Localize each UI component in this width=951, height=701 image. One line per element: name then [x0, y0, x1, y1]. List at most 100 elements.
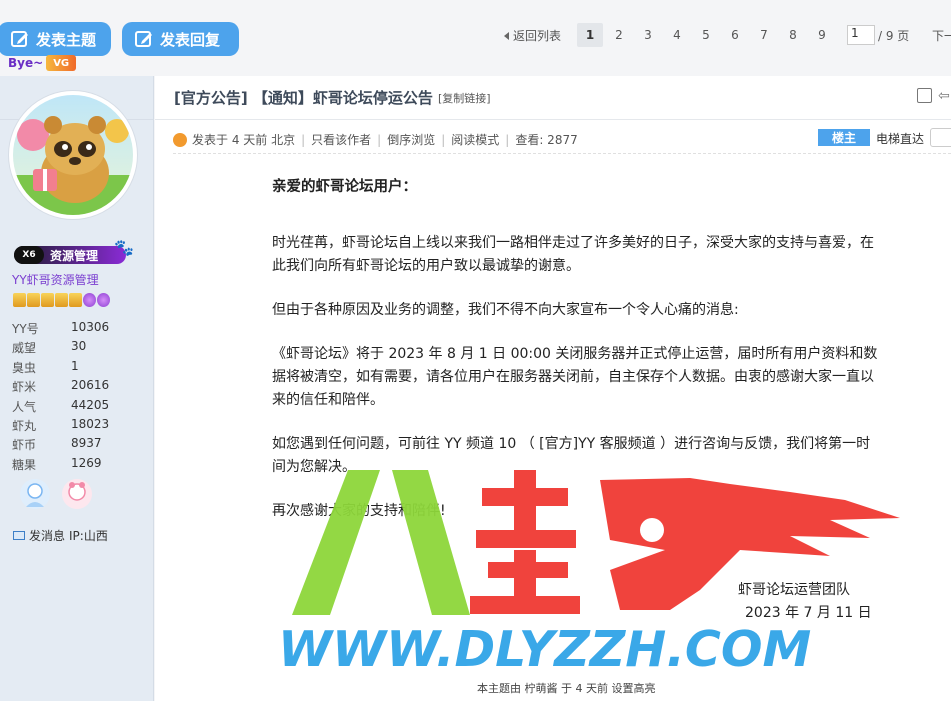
- post-paragraph: 如您遇到任何问题，可前往 YY 频道 10 （ [官方]YY 客服频道 ）进行咨…: [272, 436, 871, 475]
- stat-value[interactable]: 44205: [71, 398, 109, 417]
- page-total: / 9 页: [878, 29, 910, 43]
- vg-badge: VG: [46, 55, 77, 71]
- stat-row: 臭虫 1: [12, 359, 142, 378]
- stat-row: 人气 44205: [12, 398, 142, 417]
- post-greeting: 亲爱的虾哥论坛用户：: [272, 179, 417, 195]
- edit-icon: [11, 31, 28, 47]
- post-paragraph: 《虾哥论坛》将于 2023 年 8 月 1 日 00:00 关闭服务器并正式停止…: [272, 346, 878, 408]
- next-page-link[interactable]: 下一页: [932, 27, 951, 44]
- post-title: [官方公告] 【通知】虾哥论坛停运公告: [174, 89, 433, 107]
- stat-key: 人气: [12, 399, 37, 414]
- owner-tag: 楼主: [818, 129, 870, 146]
- back-to-list-link[interactable]: 返回列表: [504, 27, 561, 44]
- stat-key: YY号: [12, 322, 39, 336]
- page-link[interactable]: 8: [780, 23, 806, 47]
- medal-icon[interactable]: [18, 477, 52, 511]
- stat-key: 虾币: [12, 438, 37, 453]
- page-link[interactable]: 1: [577, 23, 603, 47]
- crown-icon: [13, 293, 26, 307]
- mail-icon: [13, 531, 25, 540]
- stat-value[interactable]: 1269: [71, 456, 102, 475]
- online-status-icon: [173, 132, 187, 147]
- post-body: 亲爱的虾哥论坛用户： 时光荏苒，虾哥论坛自上线以来我们一路相伴走过了许多美好的日…: [272, 176, 882, 544]
- highlight-note: 本主题由 柠萌酱 于 4 天前 设置高亮: [477, 682, 656, 695]
- signature-team: 虾哥论坛运营团队: [738, 582, 850, 598]
- top-toolbar: 发表主题 发表回复 返回列表 1 2 3 4 5 6 7 8 9 1 / 9 页…: [0, 0, 951, 76]
- post-paragraph: 时光荏苒，虾哥论坛自上线以来我们一路相伴走过了许多美好的日子，深受大家的支持与喜…: [272, 235, 874, 274]
- print-icon[interactable]: [917, 88, 932, 103]
- post-title-bar: [官方公告] 【通知】虾哥论坛停运公告 [复制链接]: [155, 76, 951, 120]
- author-name-text: Bye~: [8, 56, 44, 70]
- pagination: 1 2 3 4 5 6 7 8 9: [577, 23, 838, 47]
- page-link[interactable]: 3: [635, 23, 661, 47]
- stat-value[interactable]: 10306: [71, 320, 109, 339]
- divider: |: [441, 132, 446, 147]
- author-stats: YY号 10306 威望 30 臭虫 1 虾米 20616 人气 44205 虾丸 1802…: [12, 320, 142, 475]
- edit-icon: [135, 31, 152, 47]
- send-message-label: 发消息: [29, 529, 66, 543]
- stat-row: 虾丸 18023: [12, 417, 142, 436]
- back-label: 返回列表: [513, 29, 562, 43]
- gem-icon: [83, 293, 96, 307]
- view-count: 查看: 2877: [515, 133, 578, 147]
- page-link[interactable]: 4: [664, 23, 690, 47]
- new-topic-label: 发表主题: [36, 30, 97, 49]
- stat-value[interactable]: 18023: [71, 417, 109, 436]
- posted-time: 发表于 4 天前 北京: [192, 133, 296, 147]
- post-paragraph: 但由于各种原因及业务的调整，我们不得不向大家宣布一个令人心痛的消息:: [272, 302, 739, 318]
- page-link[interactable]: 5: [693, 23, 719, 47]
- group-name[interactable]: YY虾哥资源管理: [12, 271, 99, 288]
- group-badge: X6 资源管理: [14, 246, 126, 264]
- floor-jump-input[interactable]: [930, 128, 951, 147]
- stat-key: 臭虫: [12, 360, 37, 375]
- chevron-left-icon: [504, 31, 509, 40]
- stat-key: 糖果: [12, 457, 37, 472]
- reply-label: 发表回复: [160, 30, 221, 49]
- share-icon[interactable]: ⇦: [938, 88, 951, 104]
- author-name[interactable]: Bye~ VG: [8, 55, 77, 71]
- stat-row: 糖果 1269: [12, 456, 142, 475]
- divider: |: [377, 132, 382, 147]
- reply-button[interactable]: 发表回复: [122, 22, 239, 56]
- floor-jump-label: 电梯直达: [876, 132, 925, 146]
- ip-location: IP:山西: [69, 529, 108, 543]
- stat-row: 虾币 8937: [12, 436, 142, 455]
- avatar[interactable]: [9, 91, 137, 219]
- crown-icon: [41, 293, 54, 307]
- stat-key: 威望: [12, 341, 37, 356]
- rank-icons: [13, 293, 111, 307]
- stat-key: 虾丸: [12, 418, 37, 433]
- page-link[interactable]: 7: [751, 23, 777, 47]
- page-link[interactable]: 6: [722, 23, 748, 47]
- post-paragraph: 再次感谢大家的支持和陪伴!: [272, 503, 446, 519]
- stat-value[interactable]: 30: [71, 339, 86, 358]
- stat-row: YY号 10306: [12, 320, 142, 339]
- avatar-image: [13, 95, 133, 215]
- crown-icon: [69, 293, 82, 307]
- paw-icon: 🐾: [114, 238, 134, 257]
- medals: [18, 477, 102, 511]
- gem-icon: [97, 293, 110, 307]
- new-topic-button[interactable]: 发表主题: [0, 22, 111, 56]
- copy-link[interactable]: [复制链接]: [438, 90, 491, 106]
- crown-icon: [27, 293, 40, 307]
- read-mode-link[interactable]: 阅读模式: [451, 131, 499, 148]
- medal-icon[interactable]: [60, 477, 94, 511]
- group-badge-label: 资源管理: [50, 248, 99, 263]
- stat-row: 虾米 20616: [12, 378, 142, 397]
- page-link[interactable]: 2: [606, 23, 632, 47]
- page-link[interactable]: 9: [809, 23, 835, 47]
- divider: |: [505, 132, 510, 147]
- signature-date: 2023 年 7 月 11 日: [745, 605, 872, 621]
- post-panel: [官方公告] 【通知】虾哥论坛停运公告 [复制链接] ⇦ 发表于 4 天前 北京…: [155, 76, 951, 701]
- reverse-order-link[interactable]: 倒序浏览: [387, 131, 435, 148]
- page-jump-input[interactable]: 1: [847, 25, 875, 45]
- only-author-link[interactable]: 只看该作者: [311, 131, 371, 148]
- stat-row: 威望 30: [12, 339, 142, 358]
- stat-value[interactable]: 1: [71, 359, 79, 378]
- group-badge-prefix: X6: [14, 246, 44, 264]
- stat-value[interactable]: 8937: [71, 436, 102, 455]
- send-message-link[interactable]: 发消息 IP:山西: [13, 527, 108, 544]
- stat-key: 虾米: [12, 380, 37, 395]
- stat-value[interactable]: 20616: [71, 378, 109, 397]
